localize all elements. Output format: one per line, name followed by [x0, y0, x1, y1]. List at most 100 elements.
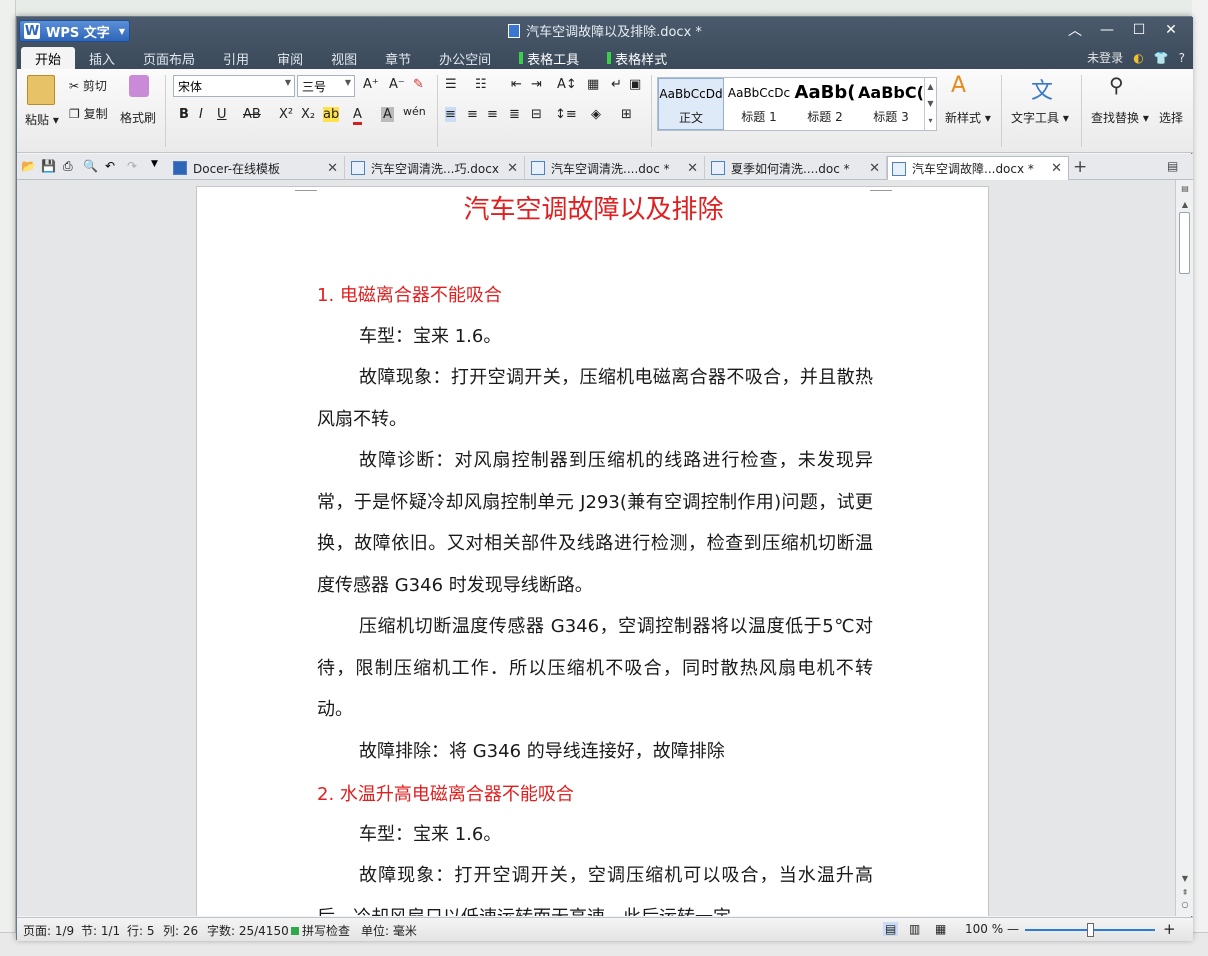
close-button[interactable]: ✕	[1155, 19, 1187, 41]
doc-tab-3[interactable]: 汽车空调清洗....doc * ✕	[527, 156, 705, 180]
minimize-button[interactable]: —	[1091, 19, 1123, 41]
grow-font-icon[interactable]: A⁺	[363, 77, 379, 92]
tab-chapter[interactable]: 章节	[371, 47, 425, 69]
shirt-icon[interactable]: 👕	[1154, 51, 1169, 65]
shading-icon[interactable]: ◈	[591, 107, 601, 122]
cut-button[interactable]: ✂ 剪切	[69, 77, 107, 94]
document-page[interactable]: 汽车空调故障以及排除 1. 电磁离合器不能吸合 车型：宝来 1.6。 故障现象：…	[196, 186, 989, 916]
clear-format-icon[interactable]: ✎	[413, 77, 424, 92]
font-name-select[interactable]: 宋体 ▼	[173, 75, 295, 97]
page-indicator[interactable]: 页面: 1/9	[23, 922, 74, 939]
zoom-in-icon[interactable]: +	[1163, 920, 1176, 938]
increase-indent-icon[interactable]: ⇥	[531, 77, 542, 92]
tab-home[interactable]: 开始	[21, 47, 76, 69]
paste-icon[interactable]	[27, 75, 55, 105]
char-shading-icon[interactable]: A	[381, 107, 394, 122]
doc-tab-docer[interactable]: Docer-在线模板 ✕	[169, 156, 345, 180]
scroll-thumb[interactable]	[1179, 212, 1190, 274]
shrink-font-icon[interactable]: A⁻	[389, 77, 405, 92]
page-layout-icon[interactable]: ▤	[1178, 184, 1192, 196]
tab-view[interactable]: 视图	[317, 47, 371, 69]
redo-icon[interactable]: ↷	[127, 159, 141, 173]
tab-insert[interactable]: 插入	[75, 47, 129, 69]
tab-references[interactable]: 引用	[209, 47, 263, 69]
strikethrough-icon[interactable]: AB	[243, 107, 261, 122]
scroll-down-icon[interactable]: ▼	[1178, 874, 1192, 886]
tab-office-space[interactable]: 办公空间	[425, 47, 505, 69]
login-link[interactable]: 未登录	[1087, 49, 1123, 66]
bullets-icon[interactable]: ☰	[445, 77, 457, 92]
bold-icon[interactable]: B	[179, 107, 189, 122]
style-heading-1[interactable]: AaBbCcDc 标题 1	[726, 78, 792, 130]
line-spacing-icon[interactable]: ↕≡	[555, 107, 577, 122]
print-icon[interactable]: ⎙	[63, 159, 77, 173]
help-button[interactable]: ?	[1179, 51, 1185, 65]
table-grid-icon[interactable]: ▦	[587, 77, 599, 92]
new-tab-icon[interactable]: +	[1073, 157, 1087, 177]
italic-icon[interactable]: I	[199, 107, 203, 122]
font-color-icon[interactable]: A	[353, 107, 362, 125]
show-hide-icon[interactable]: ▣	[629, 77, 641, 92]
format-painter-icon[interactable]	[129, 75, 149, 97]
phonetic-guide-icon[interactable]: wén	[403, 105, 426, 118]
paste-button[interactable]: 粘贴 ▾	[25, 111, 59, 128]
distributed-icon[interactable]: ⊟	[531, 107, 542, 122]
app-menu-button[interactable]: W WPS 文字 ▼	[19, 20, 130, 42]
customize-qat-icon[interactable]: ▼	[151, 159, 165, 173]
highlight-icon[interactable]: ab	[323, 107, 340, 122]
word-count[interactable]: 字数: 25/4150	[207, 922, 289, 939]
collapse-ribbon-icon[interactable]: ︿	[1059, 19, 1091, 41]
tab-table-styles[interactable]: 表格样式	[593, 47, 681, 69]
scroll-up-icon[interactable]: ▲	[1178, 200, 1192, 212]
web-view-icon[interactable]: ▦	[935, 922, 946, 936]
superscript-icon[interactable]: X²	[279, 107, 293, 122]
align-center-icon[interactable]: ≡	[467, 107, 478, 122]
print-preview-icon[interactable]: 🔍	[83, 159, 98, 173]
align-left-icon[interactable]: ≡	[445, 107, 456, 122]
style-heading-2[interactable]: AaBb( 标题 2	[792, 78, 858, 130]
tab-table-tools[interactable]: 表格工具	[505, 47, 593, 69]
decrease-indent-icon[interactable]: ⇤	[511, 77, 522, 92]
undo-icon[interactable]: ↶	[105, 159, 119, 173]
align-right-icon[interactable]: ≡	[487, 107, 498, 122]
doc-tab-4[interactable]: 夏季如何清洗....doc * ✕	[707, 156, 887, 180]
zoom-out-icon[interactable]: —	[1007, 922, 1019, 936]
styles-scroll[interactable]: ▲ ▼ ▾	[924, 78, 936, 130]
find-replace-button[interactable]: 查找替换 ▾	[1091, 109, 1149, 126]
save-icon[interactable]: 💾	[41, 159, 56, 173]
text-direction-icon[interactable]: A↕	[557, 77, 577, 92]
outline-view-icon[interactable]: ▥	[909, 922, 920, 936]
new-style-icon[interactable]: A	[951, 73, 966, 98]
style-heading-3[interactable]: AaBbC( 标题 3	[858, 78, 924, 130]
close-tab-icon[interactable]: ✕	[1051, 161, 1062, 176]
select-browse-icon[interactable]: ○	[1178, 900, 1192, 912]
font-size-select[interactable]: 三号 ▼	[297, 75, 355, 97]
new-style-button[interactable]: 新样式 ▾	[945, 109, 991, 126]
spellcheck-toggle[interactable]: 拼写检查	[291, 922, 350, 939]
vertical-scrollbar[interactable]: ▤ ▲ ▼ ⇞ ○	[1175, 180, 1193, 916]
close-tab-icon[interactable]: ✕	[327, 161, 338, 176]
binoculars-icon[interactable]: ⚲	[1109, 73, 1124, 97]
open-folder-icon[interactable]: 📂	[21, 159, 36, 173]
maximize-button[interactable]: ☐	[1123, 19, 1155, 41]
copy-button[interactable]: ❐ 复制	[69, 105, 108, 122]
select-button[interactable]: 选择	[1159, 109, 1183, 126]
doc-tab-active[interactable]: 汽车空调故障...docx * ✕	[887, 156, 1069, 180]
doc-tab-2[interactable]: 汽车空调清洗...巧.docx ✕	[347, 156, 525, 180]
page-view-icon[interactable]: ▤	[883, 922, 899, 936]
zoom-slider-thumb[interactable]	[1086, 923, 1094, 937]
justify-icon[interactable]: ≣	[509, 107, 520, 122]
text-tools-button[interactable]: 文字工具 ▾	[1011, 109, 1069, 126]
prev-page-icon[interactable]: ⇞	[1178, 888, 1192, 900]
underline-icon[interactable]: U	[217, 107, 227, 122]
numbering-icon[interactable]: ☷	[475, 77, 487, 92]
close-tab-icon[interactable]: ✕	[507, 161, 518, 176]
borders-icon[interactable]: ⊞	[621, 107, 632, 122]
tab-list-icon[interactable]: ▤	[1167, 159, 1178, 173]
close-tab-icon[interactable]: ✕	[687, 161, 698, 176]
text-tools-icon[interactable]: 文	[1031, 73, 1053, 105]
paragraph-mark-icon[interactable]: ↵	[611, 77, 622, 92]
tab-page-layout[interactable]: 页面布局	[129, 47, 209, 69]
tab-review[interactable]: 审阅	[263, 47, 317, 69]
skin-icon[interactable]: ◐	[1133, 51, 1143, 65]
